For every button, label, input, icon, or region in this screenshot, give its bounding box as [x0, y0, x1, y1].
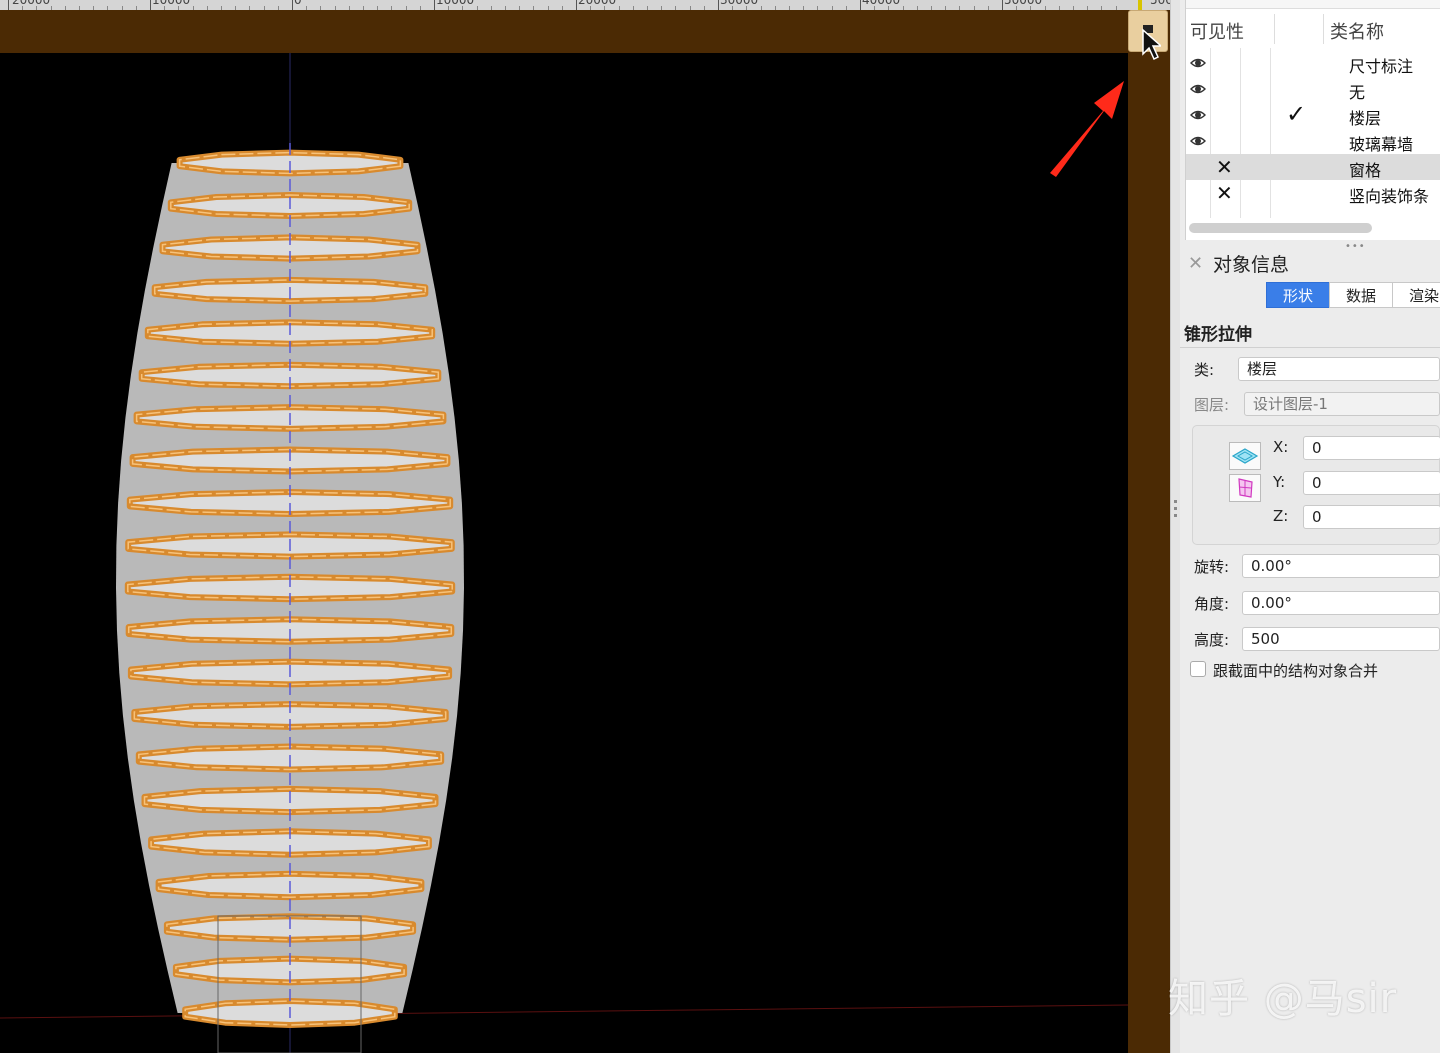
class-name: 竖向装饰条	[1349, 187, 1430, 206]
ground-axis-line	[0, 1004, 1128, 1019]
ruler-tick	[1002, 0, 1003, 10]
eye-icon[interactable]	[1190, 107, 1206, 123]
horizontal-ruler: 20000 10000 0 10000 20000 30000 40000 50000	[0, 0, 1128, 10]
class-list: 可见性 类名称 尺寸标注无 ✓ 楼层玻璃幕墙 ✕ 窗格 ✕ 竖向装饰条	[1185, 0, 1440, 240]
screen-plane-icon[interactable]	[1229, 474, 1261, 502]
mouse-cursor-icon	[1142, 28, 1161, 61]
ruler-tick	[150, 0, 151, 10]
red-arrow-annotation	[1050, 81, 1124, 177]
eye-icon[interactable]	[1190, 81, 1206, 97]
angle-field[interactable]: 0.00°	[1242, 591, 1440, 615]
watermark: 知乎 @马sir	[1168, 976, 1398, 1022]
invisible-icon[interactable]: ✕	[1216, 155, 1233, 179]
ruler-label: 20000	[12, 0, 51, 7]
header-separator	[1323, 14, 1324, 44]
layer-dropdown[interactable]: 设计图层-1	[1244, 392, 1440, 416]
active-class-checkmark: ✓	[1286, 100, 1307, 128]
right-palette: 可见性 类名称 尺寸标注无 ✓ 楼层 玻璃幕墙 ✕ 窗格 ✕ 竖向装饰条 ••• ✕ 对象信息…	[1180, 0, 1440, 1053]
tab-0[interactable]: 形状	[1266, 282, 1330, 308]
ruler-tick	[8, 0, 9, 10]
height-label: 高度:	[1194, 631, 1230, 649]
x-field[interactable]: 0	[1303, 436, 1440, 460]
class-name: 楼层	[1349, 109, 1382, 128]
toolbar-side-strip	[1128, 0, 1170, 1053]
column-header-visibility[interactable]: 可见性	[1190, 18, 1244, 44]
object-info-header: ✕ 对象信息	[1180, 248, 1440, 280]
section-divider	[1180, 347, 1440, 348]
ruler-marker	[1138, 0, 1142, 10]
y-field[interactable]: 0	[1303, 471, 1440, 495]
ruler-tick	[860, 0, 861, 10]
object-info-title: 对象信息	[1213, 254, 1290, 276]
eye-icon[interactable]	[1190, 133, 1206, 149]
ruler-label: 10000	[436, 0, 475, 7]
ruler-label: 10000	[152, 0, 191, 7]
coordinate-group: X: 0 Y: 0 Z: 0	[1192, 425, 1440, 545]
angle-label: 角度:	[1194, 595, 1230, 613]
height-field[interactable]: 500	[1242, 627, 1440, 651]
tower-model[interactable]	[116, 143, 464, 1028]
3d-viewport[interactable]	[0, 53, 1128, 1053]
z-field[interactable]: 0	[1303, 505, 1440, 529]
class-row[interactable]: ✕ 竖向装饰条	[1186, 180, 1440, 206]
rotation-label: 旋转:	[1194, 558, 1230, 576]
class-row[interactable]: ✕ 窗格	[1186, 154, 1440, 180]
ruler-corner: 500	[1128, 0, 1173, 10]
ruler-label: 50000	[1004, 0, 1043, 7]
horizontal-scrollbar[interactable]	[1189, 223, 1372, 233]
ruler-label: 0	[294, 0, 302, 7]
shape-type-title: 锥形拉伸	[1184, 325, 1252, 345]
object-info-tabs: 形状 数据 渲染	[1266, 282, 1440, 308]
rotation-field[interactable]: 0.00°	[1242, 554, 1440, 578]
class-name: 无	[1349, 83, 1366, 102]
class-row[interactable]: 玻璃幕墙	[1186, 128, 1440, 154]
ruler-tick	[292, 0, 293, 10]
ruler-label: 20000	[578, 0, 617, 7]
tab-2[interactable]: 渲染	[1392, 282, 1440, 308]
x-label: X:	[1273, 438, 1289, 456]
ruler-tick	[434, 0, 435, 10]
class-name: 窗格	[1349, 161, 1382, 180]
class-name: 尺寸标注	[1349, 57, 1414, 76]
eye-icon[interactable]	[1190, 55, 1206, 71]
view-toolbar	[0, 10, 1128, 53]
ruler-tick	[576, 0, 577, 10]
ruler-label: 30000	[720, 0, 759, 7]
class-row[interactable]: 无	[1186, 76, 1440, 102]
class-row[interactable]: ✓ 楼层	[1186, 100, 1440, 128]
ruler-label: 40000	[862, 0, 901, 7]
column-header-class-name[interactable]: 类名称	[1330, 18, 1384, 44]
class-dropdown[interactable]: 楼层	[1238, 357, 1440, 381]
class-row[interactable]: 尺寸标注	[1186, 50, 1440, 76]
header-separator	[1274, 14, 1275, 44]
layer-label: 图层:	[1194, 396, 1230, 414]
y-label: Y:	[1273, 473, 1286, 491]
ruler-tick	[718, 0, 719, 10]
tab-1[interactable]: 数据	[1329, 282, 1393, 308]
splitter-grip-icon	[1174, 500, 1177, 518]
merge-structure-checkbox[interactable]	[1190, 661, 1206, 677]
top-plane-icon[interactable]	[1229, 442, 1261, 470]
z-label: Z:	[1273, 507, 1289, 525]
class-name: 玻璃幕墙	[1349, 135, 1414, 154]
panel-splitter[interactable]	[1170, 0, 1180, 1053]
close-icon[interactable]: ✕	[1188, 253, 1203, 274]
class-label: 类:	[1194, 361, 1215, 379]
list-top-edge	[1186, 0, 1440, 9]
merge-structure-label: 跟截面中的结构对象合并	[1213, 662, 1379, 680]
invisible-icon[interactable]: ✕	[1216, 181, 1233, 205]
